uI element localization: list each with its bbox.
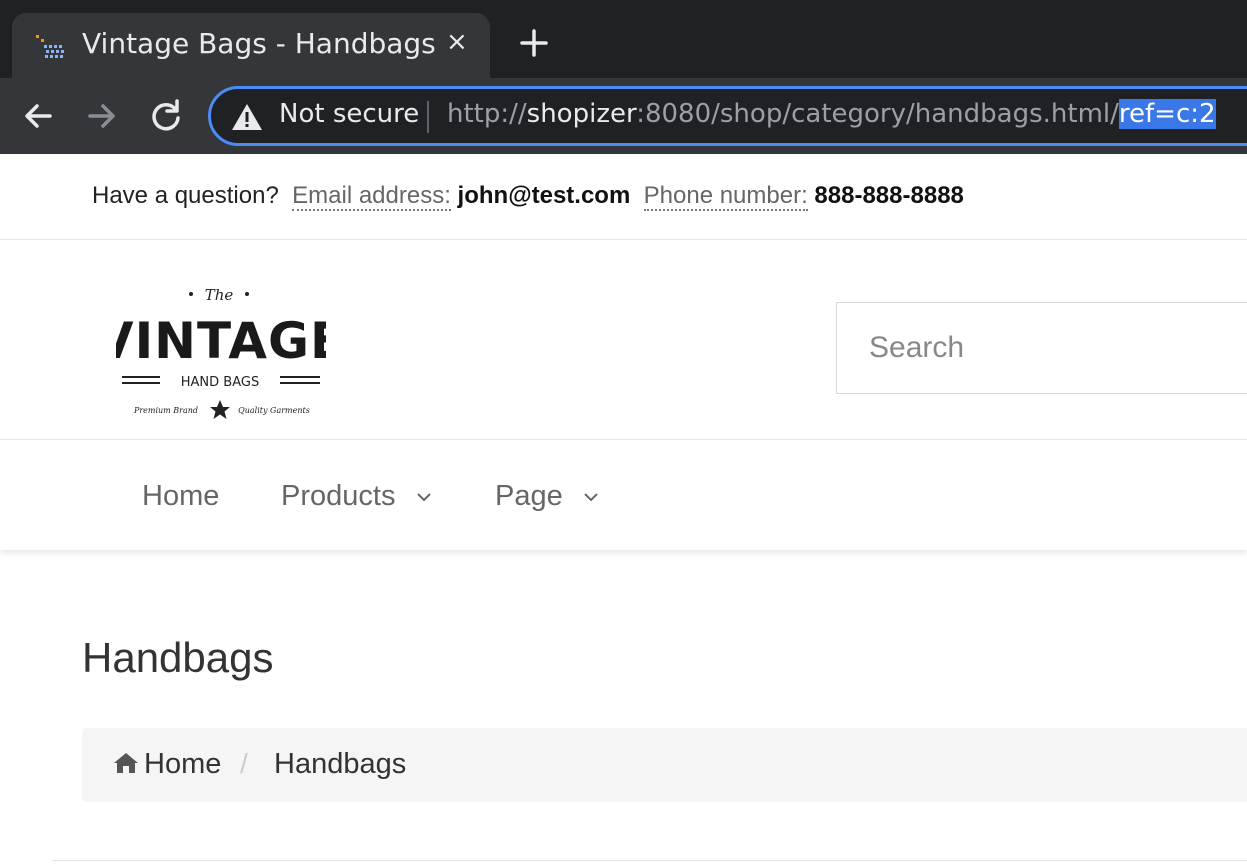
url-selected-text: ref=c:2 [1118, 99, 1216, 129]
email-value: john@test.com [457, 182, 631, 209]
back-arrow-icon[interactable] [18, 96, 58, 136]
nav-item-products[interactable]: Products [281, 480, 432, 513]
browser-tabstrip: Vintage Bags - Handbags × [0, 0, 1247, 79]
phone-label: Phone number: [643, 182, 808, 211]
chevron-down-icon [416, 493, 431, 502]
contact-bar: Have a question? Email address: john@tes… [0, 154, 1247, 240]
shop-favicon-icon [36, 35, 64, 58]
url-host: shopizer [526, 99, 637, 129]
svg-text:VINTAGE: VINTAGE [116, 312, 326, 370]
phone-value: 888-888-8888 [814, 182, 964, 209]
reload-icon[interactable] [146, 96, 186, 136]
site-header: The VINTAGE HAND BAGS Premium Brand Qual… [0, 240, 1247, 440]
forward-arrow-icon[interactable] [82, 96, 122, 136]
vintage-handbags-logo[interactable]: The VINTAGE HAND BAGS Premium Brand Qual… [116, 280, 326, 420]
plus-icon[interactable] [517, 26, 551, 60]
svg-text:The: The [205, 286, 234, 304]
nav-item-label: Home [142, 480, 220, 512]
svg-text:Premium Brand: Premium Brand [133, 406, 198, 415]
tab-title: Vintage Bags - Handbags [82, 27, 436, 60]
breadcrumb-home-label: Home [144, 748, 222, 780]
url-scheme: http:// [447, 99, 527, 129]
contact-line: Have a question? Email address: john@tes… [92, 182, 964, 211]
nav-item-home[interactable]: Home [142, 480, 219, 513]
svg-text:Quality Garments: Quality Garments [238, 406, 310, 415]
breadcrumb: Home / Handbags [82, 728, 1247, 802]
main-nav: Home Products Page [0, 440, 1247, 550]
divider [52, 860, 1247, 861]
page-title: Handbags [82, 634, 274, 681]
omnibox-divider [427, 101, 429, 133]
tab-close-icon[interactable]: × [446, 27, 468, 57]
url-text[interactable]: http://shopizer:8080/shop/category/handb… [447, 99, 1216, 129]
question-text: Have a question? [92, 182, 279, 209]
warning-icon[interactable] [231, 102, 263, 132]
search-input[interactable] [836, 302, 1247, 394]
browser-toolbar: Not secure http://shopizer:8080/shop/cat… [0, 78, 1247, 154]
security-status-label[interactable]: Not secure [279, 99, 419, 129]
breadcrumb-separator: / [240, 748, 248, 779]
breadcrumb-current: Handbags [274, 748, 407, 780]
email-label: Email address: [292, 182, 451, 211]
home-icon [114, 753, 138, 773]
nav-item-label: Page [495, 480, 563, 512]
url-path: :8080/shop/category/handbags.html/ [636, 99, 1119, 129]
browser-tab-active[interactable]: Vintage Bags - Handbags × [12, 13, 490, 79]
nav-item-page[interactable]: Page [495, 480, 599, 513]
address-bar[interactable]: Not secure http://shopizer:8080/shop/cat… [208, 86, 1247, 146]
chevron-down-icon [584, 493, 598, 502]
svg-text:HAND BAGS: HAND BAGS [181, 375, 259, 390]
nav-item-label: Products [281, 480, 396, 512]
breadcrumb-home-link[interactable]: Home [112, 748, 221, 781]
